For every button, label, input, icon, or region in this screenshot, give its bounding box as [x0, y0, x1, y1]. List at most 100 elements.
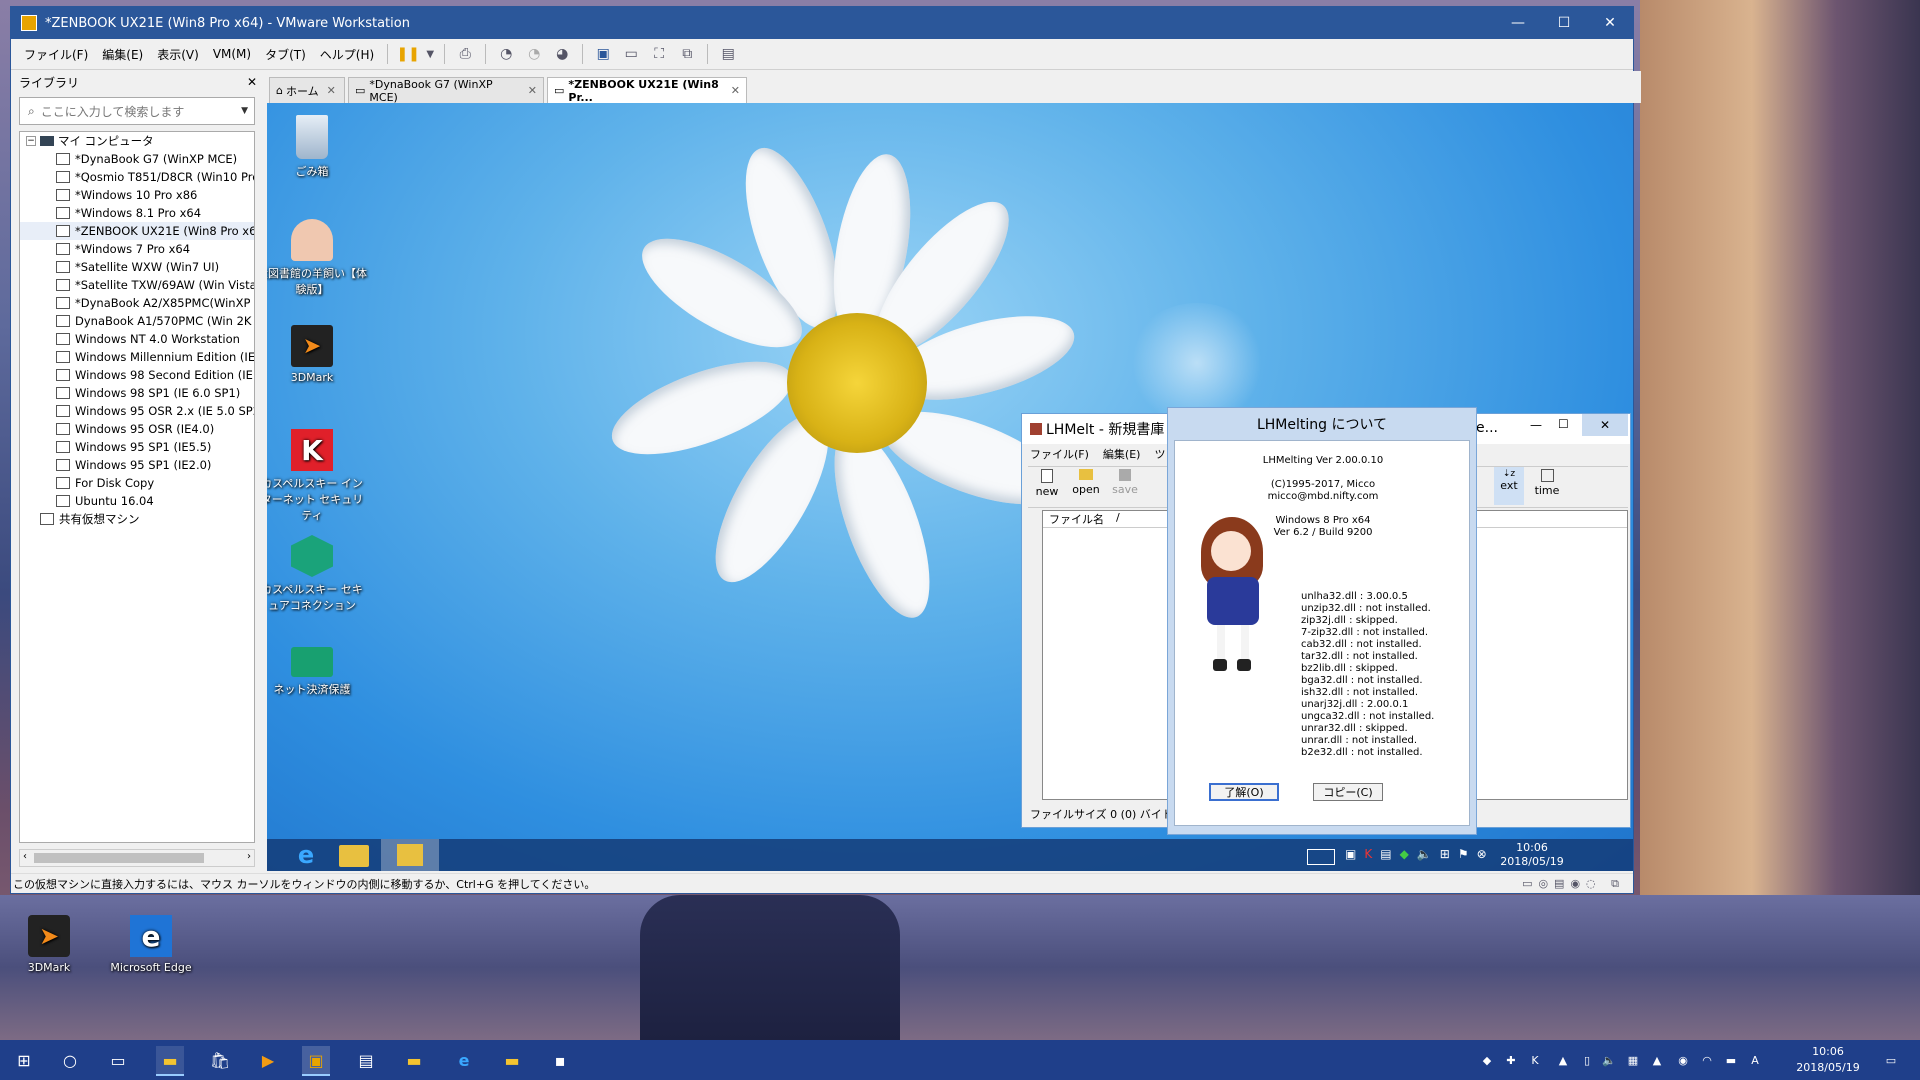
- library-search-input[interactable]: ここに入力して検索します: [41, 103, 241, 120]
- keyboard-icon[interactable]: [1307, 849, 1335, 865]
- lhmelt-taskbar-item[interactable]: [381, 839, 439, 871]
- collapse-icon[interactable]: −: [26, 136, 36, 146]
- tree-vm-item[interactable]: *DynaBook G7 (WinXP MCE): [20, 150, 254, 168]
- library-close-icon[interactable]: ✕: [247, 75, 257, 89]
- send-keys-icon[interactable]: ⎙: [454, 43, 476, 65]
- maximize-button[interactable]: ☐: [1541, 7, 1587, 39]
- menu-edit[interactable]: 編集(E): [95, 46, 150, 63]
- store-icon[interactable]: 🛍: [206, 1046, 234, 1074]
- tree-vm-item[interactable]: Windows Millennium Edition (IE: [20, 348, 254, 366]
- lhmelt-menu-file[interactable]: ファイル(F): [1030, 446, 1089, 462]
- tab-close-icon[interactable]: ✕: [731, 84, 740, 97]
- tray-volume-icon[interactable]: 🔈: [1417, 847, 1432, 861]
- tray-volume-icon[interactable]: 🔈: [1602, 1053, 1616, 1067]
- tree-vm-item[interactable]: Windows 95 SP1 (IE2.0): [20, 456, 254, 474]
- tree-vm-item[interactable]: *Satellite TXW/69AW (Win Vista U: [20, 276, 254, 294]
- scroll-left-icon[interactable]: ‹: [23, 851, 27, 862]
- host-icon-3dmark[interactable]: ➤ 3DMark: [0, 915, 104, 974]
- revert-snapshot-icon[interactable]: ◔: [523, 43, 545, 65]
- tray-network-icon[interactable]: ⊞: [1440, 847, 1450, 861]
- tree-vm-item[interactable]: Windows 98 Second Edition (IE 6: [20, 366, 254, 384]
- tray-icon-9[interactable]: ◉: [1676, 1053, 1690, 1067]
- archive-icon[interactable]: ▬: [498, 1046, 526, 1074]
- tray-icon-4[interactable]: ▲: [1556, 1053, 1570, 1067]
- tab-close-icon[interactable]: ✕: [528, 84, 537, 97]
- tray-lock-icon[interactable]: ▣: [1345, 847, 1356, 861]
- action-center-icon[interactable]: ▭: [1884, 1053, 1898, 1067]
- tray-network-icon[interactable]: ▦: [1626, 1053, 1640, 1067]
- cortana-icon[interactable]: ○: [56, 1046, 84, 1074]
- library-toggle-icon[interactable]: ▣: [592, 43, 614, 65]
- open-button[interactable]: open: [1068, 469, 1104, 496]
- tray-wifi-icon[interactable]: ◠: [1700, 1053, 1714, 1067]
- tab-zenbook[interactable]: ▭ *ZENBOOK UX21E (Win8 Pr... ✕: [547, 77, 747, 104]
- guest-icon-daitoshokan[interactable]: 大図書館の羊飼い【体験版】: [267, 219, 367, 297]
- save-button[interactable]: save: [1108, 469, 1142, 496]
- chevron-down-icon[interactable]: ▼: [241, 106, 248, 116]
- menu-help[interactable]: ヘルプ(H): [313, 46, 381, 63]
- new-button[interactable]: new: [1032, 469, 1062, 498]
- lhmelt-minimize-button[interactable]: —: [1530, 418, 1542, 432]
- tray-shield-icon[interactable]: ◆: [1400, 847, 1409, 861]
- tray-close-icon[interactable]: ⊗: [1477, 847, 1487, 861]
- tree-vm-item[interactable]: Windows 98 SP1 (IE 6.0 SP1): [20, 384, 254, 402]
- tray-kaspersky-icon[interactable]: K: [1528, 1053, 1542, 1067]
- tray-flag-icon[interactable]: ⚑: [1458, 847, 1469, 861]
- full-screen-icon[interactable]: ⛶: [648, 43, 670, 65]
- dropdown-icon[interactable]: ▼: [425, 43, 435, 65]
- media-player-icon[interactable]: ▶: [254, 1046, 282, 1074]
- guest-icon-recycle-bin[interactable]: ごみ箱: [267, 115, 367, 179]
- guest-icon-safe-money[interactable]: ネット決済保護: [267, 641, 367, 697]
- host-clock[interactable]: 10:06 2018/05/19: [1788, 1044, 1868, 1076]
- vmware-titlebar[interactable]: *ZENBOOK UX21E (Win8 Pro x64) - VMware W…: [11, 7, 1633, 39]
- tree-vm-item[interactable]: *Qosmio T851/D8CR (Win10 Pro :: [20, 168, 254, 186]
- copy-button[interactable]: コピー(C): [1313, 783, 1383, 801]
- guest-clock[interactable]: 10:06 2018/05/19: [1497, 841, 1567, 869]
- tree-vm-item[interactable]: *Windows 7 Pro x64: [20, 240, 254, 258]
- tray-icon-8[interactable]: ▲: [1650, 1053, 1664, 1067]
- library-search[interactable]: ⌕ ここに入力して検索します ▼: [19, 97, 255, 125]
- tree-vm-item[interactable]: Windows 95 OSR (IE4.0): [20, 420, 254, 438]
- lhmelt-close-button[interactable]: ✕: [1582, 414, 1628, 436]
- thumbnail-bar-icon[interactable]: ▭: [620, 43, 642, 65]
- tree-shared-vms[interactable]: 共有仮想マシン: [20, 510, 254, 528]
- app-icon[interactable]: ▤: [352, 1046, 380, 1074]
- tray-usb-icon[interactable]: ▯: [1580, 1053, 1594, 1067]
- tree-vm-item[interactable]: For Disk Copy: [20, 474, 254, 492]
- task-view-icon[interactable]: ▭: [104, 1046, 132, 1074]
- tree-root[interactable]: − マイ コンピュータ: [20, 132, 254, 150]
- snapshot-manager-icon[interactable]: ◕: [551, 43, 573, 65]
- library-hscrollbar[interactable]: ‹ ›: [19, 849, 255, 867]
- tray-icon-11[interactable]: ▬: [1724, 1053, 1738, 1067]
- snapshot-icon[interactable]: ◔: [495, 43, 517, 65]
- column-filename[interactable]: ファイル名: [1049, 511, 1104, 527]
- ie-icon[interactable]: e: [289, 841, 323, 869]
- ok-button[interactable]: 了解(O): [1209, 783, 1279, 801]
- vmware-taskbar-icon[interactable]: ▣: [302, 1046, 330, 1076]
- lhmelt-menu-edit[interactable]: 編集(E): [1103, 446, 1141, 462]
- explorer-icon[interactable]: [339, 845, 369, 867]
- tree-vm-item[interactable]: Windows 95 SP1 (IE5.5): [20, 438, 254, 456]
- folder-icon[interactable]: ▬: [400, 1046, 428, 1074]
- menu-tab[interactable]: タブ(T): [258, 46, 313, 63]
- menu-file[interactable]: ファイル(F): [17, 46, 95, 63]
- lhmelt-menu-tools[interactable]: ツ: [1154, 446, 1165, 462]
- guest-screen[interactable]: ごみ箱 大図書館の羊飼い【体験版】 ➤ 3DMark K カスペルスキー インタ…: [267, 103, 1633, 871]
- guest-icon-3dmark[interactable]: ➤ 3DMark: [267, 325, 367, 384]
- guest-icon-kaspersky-secure-connection[interactable]: カスペルスキー セキュアコネクション: [267, 535, 367, 613]
- pause-icon[interactable]: ❚❚: [396, 43, 419, 65]
- windows-start-icon[interactable]: ⊞: [10, 1046, 38, 1074]
- guest-icon-kaspersky-internet-security[interactable]: K カスペルスキー インターネット セキュリティ: [267, 429, 367, 523]
- tray-icon-12[interactable]: A: [1748, 1053, 1762, 1067]
- tab-dynabook[interactable]: ▭ *DynaBook G7 (WinXP MCE) ✕: [348, 77, 544, 104]
- tree-vm-item[interactable]: *DynaBook A2/X85PMC(WinXP H: [20, 294, 254, 312]
- terminal-icon[interactable]: ▪: [546, 1046, 574, 1074]
- host-icon-edge[interactable]: e Microsoft Edge: [96, 915, 206, 974]
- tree-vm-item[interactable]: *ZENBOOK UX21E (Win8 Pro x64: [20, 222, 254, 240]
- close-button[interactable]: ✕: [1587, 7, 1633, 39]
- scroll-right-icon[interactable]: ›: [247, 851, 251, 862]
- tree-vm-item[interactable]: Windows 95 OSR 2.x (IE 5.0 SP2): [20, 402, 254, 420]
- time-button[interactable]: time: [1530, 469, 1564, 497]
- tree-vm-item[interactable]: Ubuntu 16.04: [20, 492, 254, 510]
- tree-vm-item[interactable]: *Windows 10 Pro x86: [20, 186, 254, 204]
